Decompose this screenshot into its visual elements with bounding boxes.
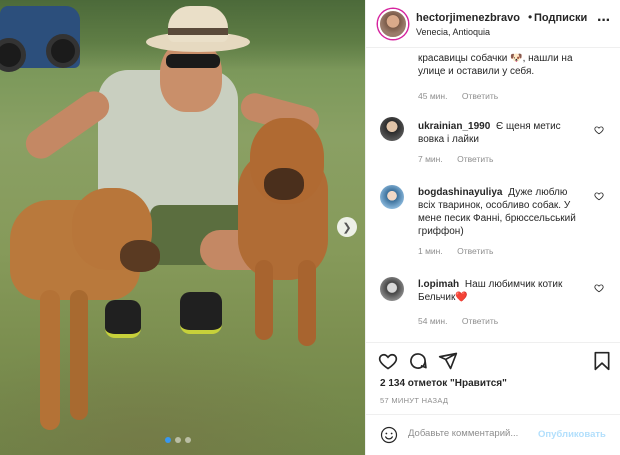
- reply-button[interactable]: Ответить: [462, 316, 498, 326]
- add-comment-bar: Опубликовать: [366, 414, 620, 455]
- like-comment-icon[interactable]: [594, 125, 604, 135]
- avatar[interactable]: [378, 9, 408, 39]
- person-sunglasses: [166, 54, 220, 68]
- comment-meta: 54 мин. Ответить: [418, 316, 510, 326]
- dog-left-leg: [40, 290, 60, 430]
- carousel-dot: [165, 437, 171, 443]
- comment-meta: 45 мин. Ответить: [418, 91, 510, 101]
- reply-button[interactable]: Ответить: [462, 91, 498, 101]
- post-location[interactable]: Venecia, Antioquia: [416, 27, 490, 37]
- comment-time: 45 мин.: [418, 91, 448, 101]
- comment-username[interactable]: ukrainian_1990: [418, 121, 490, 132]
- carousel-dot: [185, 437, 191, 443]
- post-username[interactable]: hectorjimenezbravo: [416, 12, 520, 24]
- publish-button[interactable]: Опубликовать: [538, 429, 606, 440]
- comment-username[interactable]: bogdashinayuliya: [418, 187, 502, 198]
- comments-list[interactable]: красавицы собачки 🐶, нашли на улице и ос…: [366, 49, 620, 342]
- comment-time: 7 мин.: [418, 154, 443, 164]
- avatar[interactable]: [380, 277, 404, 301]
- comment-body: bogdashinayuliya Дуже люблю всіх тварино…: [418, 186, 586, 238]
- reply-button[interactable]: Ответить: [457, 154, 493, 164]
- avatar[interactable]: [380, 117, 404, 141]
- post-timestamp: 57 МИНУТ НАЗАД: [380, 396, 449, 405]
- more-options-icon[interactable]: ···: [597, 12, 611, 30]
- follow-button[interactable]: Подписки: [534, 12, 587, 24]
- dog-right-snout: [264, 168, 304, 200]
- vehicle-wheel: [46, 34, 80, 68]
- reply-button[interactable]: Ответить: [457, 246, 493, 256]
- dog-left-leg: [70, 290, 88, 420]
- bookmark-icon[interactable]: [592, 351, 612, 371]
- dog-right-leg: [298, 260, 316, 346]
- comment-time: 1 мин.: [418, 246, 443, 256]
- like-heart-icon[interactable]: [378, 351, 398, 371]
- emoji-icon[interactable]: [380, 426, 398, 444]
- comment-input[interactable]: [408, 428, 536, 439]
- post-side-panel: hectorjimenezbravo • Подписки Venecia, A…: [365, 0, 620, 455]
- comment-text: красавицы собачки 🐶, нашли на улице и ос…: [418, 53, 573, 77]
- likes-count[interactable]: 2 134 отметок "Нравится": [380, 378, 507, 389]
- comment-body: ukrainian_1990 Є щеня метис вовка і лайк…: [418, 120, 586, 146]
- like-comment-icon[interactable]: [594, 283, 604, 293]
- comment-time: 54 мин.: [418, 316, 448, 326]
- share-plane-icon[interactable]: [438, 351, 458, 371]
- carousel-dots: [165, 437, 191, 443]
- post-photo[interactable]: ❯: [0, 0, 365, 455]
- hat-crown: [168, 6, 228, 42]
- separator-bullet: •: [528, 10, 533, 24]
- carousel-next-icon[interactable]: ❯: [337, 217, 357, 237]
- carousel-dot: [175, 437, 181, 443]
- dog-left-snout: [120, 240, 160, 272]
- dog-right-leg: [255, 260, 273, 340]
- comment-body: l.opimah Наш любимчик котик Бельчик❤️: [418, 278, 586, 304]
- comment-bubble-icon[interactable]: [408, 351, 428, 371]
- hat-band: [168, 28, 228, 35]
- comment-meta: 7 мин. Ответить: [418, 154, 505, 164]
- comment-username[interactable]: l.opimah: [418, 279, 459, 290]
- post-header: hectorjimenezbravo • Подписки Venecia, A…: [366, 0, 620, 48]
- comment-meta: 1 мин. Ответить: [418, 246, 505, 256]
- avatar[interactable]: [380, 185, 404, 209]
- person-shoe: [180, 292, 222, 334]
- like-comment-icon[interactable]: [594, 191, 604, 201]
- person-shoe: [105, 300, 141, 338]
- post-actions: 2 134 отметок "Нравится" 57 МИНУТ НАЗАД: [366, 342, 620, 412]
